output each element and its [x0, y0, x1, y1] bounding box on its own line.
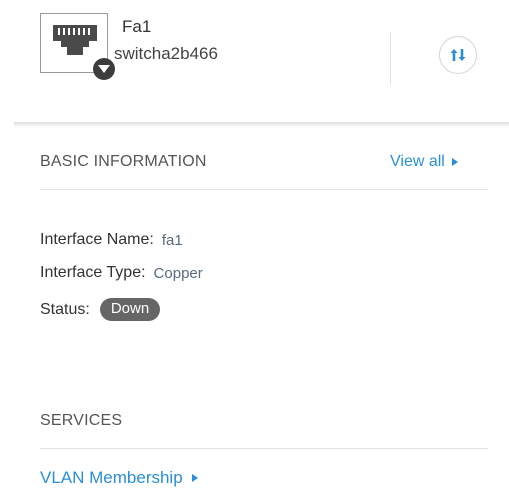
vlan-membership-label: VLAN Membership — [40, 468, 183, 487]
port-thumbnail[interactable] — [40, 13, 115, 80]
status-row: Status: Down — [40, 298, 161, 321]
services-title: SERVICES — [40, 412, 123, 429]
vlan-membership-link[interactable]: VLAN Membership — [40, 468, 198, 488]
chevron-down-icon — [98, 65, 110, 73]
interface-type-label: Interface Type: — [40, 264, 146, 281]
header-divider — [390, 32, 391, 84]
sort-arrows-icon — [450, 49, 466, 61]
interface-name-label: Interface Name: — [40, 231, 154, 248]
services-divider — [40, 448, 488, 449]
view-all-label: View all — [390, 153, 445, 170]
triangle-right-icon — [191, 474, 198, 482]
basic-information-title: BASIC INFORMATION — [40, 153, 207, 170]
interface-name-value: fa1 — [161, 231, 183, 249]
status-badge: Down — [99, 298, 161, 321]
interface-header: Fa1 switcha2b466 — [0, 0, 509, 122]
port-name: Fa1 — [122, 17, 152, 36]
basic-information-divider — [40, 189, 488, 190]
interface-type-row: Interface Type: Copper — [40, 264, 203, 282]
triangle-right-icon — [451, 158, 458, 166]
device-name: switcha2b466 — [114, 44, 218, 63]
actions-button[interactable] — [439, 36, 477, 74]
status-label: Status: — [40, 300, 90, 318]
view-all-link[interactable]: View all — [390, 153, 458, 171]
header-shadow — [14, 122, 509, 128]
interface-name-row: Interface Name: fa1 — [40, 231, 183, 249]
port-menu-toggle[interactable] — [93, 58, 115, 80]
interface-type-value: Copper — [153, 264, 203, 282]
ethernet-port-icon — [53, 25, 97, 55]
